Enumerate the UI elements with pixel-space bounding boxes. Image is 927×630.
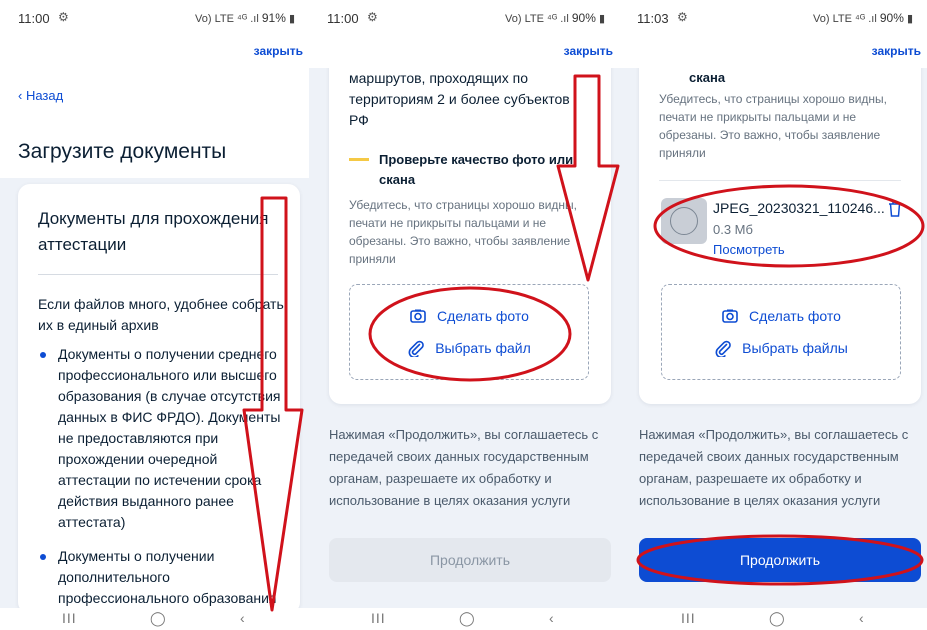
top-bar: закрыть <box>0 36 309 68</box>
card-title: Документы для прохождения аттестации <box>38 209 269 254</box>
list-item: Документы о получении дополнительного пр… <box>38 546 288 609</box>
upload-card: скана Убедитесь, что страницы хорошо вид… <box>639 40 921 404</box>
choose-file-label: Выбрать файл <box>435 340 531 356</box>
android-nav-bar: III ◯ ‹ <box>619 608 927 630</box>
screen-2: маршрутов, проходящих по территориям 2 и… <box>309 0 619 630</box>
card-intro-text: Если файлов много, удобнее собрать их в … <box>38 296 284 333</box>
choose-file-button[interactable]: Выбрать файл <box>350 337 588 359</box>
documents-list: Документы о получении среднего профессио… <box>38 344 288 622</box>
settings-notification-icon: ⚙ <box>58 10 69 24</box>
close-link[interactable]: закрыть <box>564 44 613 58</box>
take-photo-button[interactable]: Сделать фото <box>662 305 900 327</box>
top-bar: закрыть <box>309 36 619 68</box>
trash-icon[interactable] <box>887 200 903 218</box>
warning-marker <box>349 158 369 161</box>
home-icon[interactable]: ◯ <box>459 610 475 627</box>
camera-icon <box>410 309 426 323</box>
quality-warning-text: Убедитесь, что страницы хорошо видны, пе… <box>349 198 577 266</box>
back-icon[interactable]: ‹ <box>859 610 864 626</box>
card-divider <box>659 180 901 181</box>
android-nav-bar: III ◯ ‹ <box>309 608 619 630</box>
settings-notification-icon: ⚙ <box>677 10 688 24</box>
screen-3: скана Убедитесь, что страницы хорошо вид… <box>619 0 927 630</box>
file-thumbnail[interactable] <box>661 198 707 244</box>
android-nav-bar: III ◯ ‹ <box>0 608 309 630</box>
camera-icon <box>722 309 738 323</box>
quality-warning-text: Убедитесь, что страницы хорошо видны, пе… <box>659 92 887 160</box>
home-icon[interactable]: ◯ <box>769 610 785 627</box>
home-icon[interactable]: ◯ <box>150 610 166 627</box>
choose-files-button[interactable]: Выбрать файлы <box>662 337 900 359</box>
status-bar: 11:03 ⚙ Vo) LTE ⁴ᴳ .ıl 90% ▮ <box>619 0 927 36</box>
status-bar: 11:00 ⚙ Vo) LTE ⁴ᴳ .ıl 90% ▮ <box>309 0 619 36</box>
recents-icon[interactable]: III <box>371 610 386 626</box>
network-icons: Vo) LTE ⁴ᴳ .ıl 91% ▮ <box>195 11 295 25</box>
take-photo-label: Сделать фото <box>749 308 841 324</box>
continue-button-disabled[interactable]: Продолжить <box>329 538 611 582</box>
paperclip-icon <box>715 340 731 357</box>
continue-button[interactable]: Продолжить <box>639 538 921 582</box>
top-bar: закрыть <box>619 36 927 68</box>
status-time: 11:00 <box>327 11 359 26</box>
card-divider <box>38 274 278 275</box>
take-photo-label: Сделать фото <box>437 308 529 324</box>
take-photo-button[interactable]: Сделать фото <box>350 305 588 327</box>
quality-warning-title: Проверьте качество фото или скана <box>379 152 574 187</box>
consent-text: Нажимая «Продолжить», вы соглашаетесь с … <box>329 427 599 508</box>
recents-icon[interactable]: III <box>681 610 696 626</box>
battery-level: 91% <box>261 11 286 25</box>
image-placeholder-icon <box>670 207 698 235</box>
back-icon[interactable]: ‹ <box>240 610 245 626</box>
network-icons: Vo) LTE ⁴ᴳ .ıl 90% ▮ <box>813 11 913 25</box>
screen-1: 11:00 ⚙ Vo) LTE ⁴ᴳ .ıl 91% ▮ закрыть ‹ Н… <box>0 0 309 630</box>
choose-files-label: Выбрать файлы <box>742 340 848 356</box>
file-size: 0.3 Мб <box>713 222 753 237</box>
network-icons: Vo) LTE ⁴ᴳ .ıl 90% ▮ <box>505 11 605 25</box>
paperclip-icon <box>408 340 425 357</box>
view-file-link[interactable]: Посмотреть <box>713 242 785 257</box>
page-title: Загрузите документы <box>18 140 227 163</box>
network-label: Vo) LTE ⁴ᴳ <box>505 13 558 25</box>
close-link[interactable]: закрыть <box>254 44 303 58</box>
list-item: Документы о получении среднего профессио… <box>38 344 288 533</box>
file-name: JPEG_20230321_110246... <box>713 200 885 216</box>
status-bar: 11:00 ⚙ Vo) LTE ⁴ᴳ .ıl 91% ▮ <box>0 0 309 36</box>
battery-level: 90% <box>879 11 904 25</box>
file-dropzone[interactable]: Сделать фото Выбрать файл <box>349 284 589 380</box>
consent-text: Нажимая «Продолжить», вы соглашаетесь с … <box>639 427 909 508</box>
upload-card: маршрутов, проходящих по территориям 2 и… <box>329 40 611 404</box>
network-label: Vo) LTE ⁴ᴳ <box>195 13 248 25</box>
quality-warning-title: скана <box>689 70 726 85</box>
status-time: 11:00 <box>18 11 50 26</box>
back-link[interactable]: ‹ Назад <box>18 88 63 103</box>
close-link[interactable]: закрыть <box>872 44 921 58</box>
back-icon[interactable]: ‹ <box>549 610 554 626</box>
documents-card: Документы для прохождения аттестации Есл… <box>18 184 300 614</box>
settings-notification-icon: ⚙ <box>367 10 378 24</box>
network-label: Vo) LTE ⁴ᴳ <box>813 13 866 25</box>
route-text: маршрутов, проходящих по территориям 2 и… <box>349 70 570 128</box>
battery-level: 90% <box>571 11 596 25</box>
file-dropzone[interactable]: Сделать фото Выбрать файлы <box>661 284 901 380</box>
recents-icon[interactable]: III <box>62 610 77 626</box>
status-time: 11:03 <box>637 11 669 26</box>
